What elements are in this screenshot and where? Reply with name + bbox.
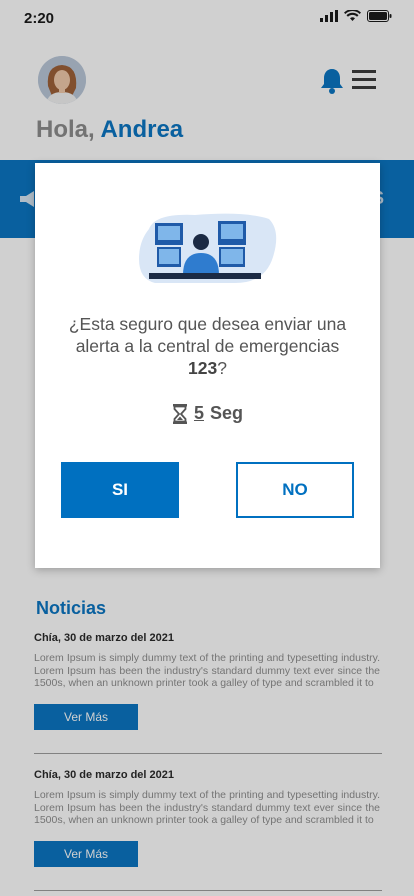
countdown-timer: 5 Seg — [35, 403, 380, 424]
confirm-no-button[interactable]: NO — [236, 462, 354, 518]
question-text: ¿Esta seguro que desea enviar una alerta… — [68, 314, 347, 356]
hourglass-icon — [172, 403, 187, 424]
timer-unit: Seg — [210, 403, 244, 423]
emergency-number: 123 — [188, 358, 218, 378]
timer-value: 5 — [193, 403, 204, 423]
confirm-alert-modal: ¿Esta seguro que desea enviar una alerta… — [35, 163, 380, 568]
confirm-yes-button[interactable]: SI — [61, 462, 179, 518]
question-end: ? — [217, 358, 227, 378]
alert-question: ¿Esta seguro que desea enviar una alerta… — [65, 313, 350, 379]
monitoring-operator-illustration — [139, 213, 277, 283]
